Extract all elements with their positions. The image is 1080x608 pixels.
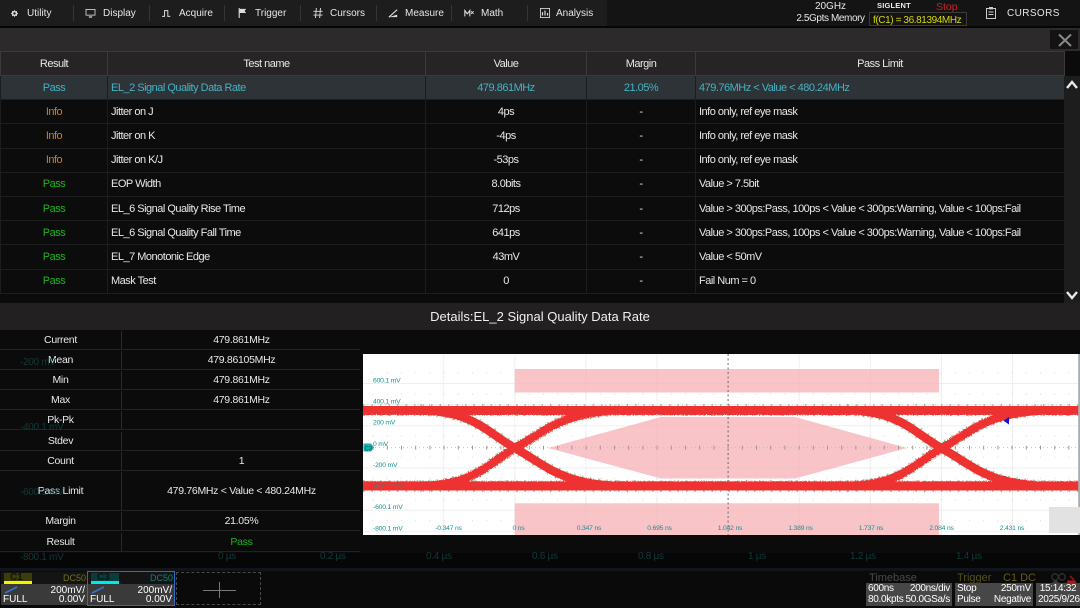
svg-text:-0.347 ns: -0.347 ns (435, 525, 462, 532)
svg-text:-600.1 mV: -600.1 mV (373, 504, 403, 511)
svg-text:1.737 ns: 1.737 ns (859, 525, 884, 532)
svg-text:-200 mV: -200 mV (373, 462, 398, 469)
svg-text:1.389 ns: 1.389 ns (788, 525, 813, 532)
svg-text:-400.1 mV: -400.1 mV (373, 483, 403, 490)
svg-text:200 mV: 200 mV (373, 420, 396, 427)
svg-text:2.084 ns: 2.084 ns (929, 525, 954, 532)
svg-text:C3: C3 (365, 446, 373, 452)
svg-text:0 ns: 0 ns (512, 525, 525, 532)
svg-text:2.431 ns: 2.431 ns (1000, 525, 1025, 532)
svg-text:-800.1 mV: -800.1 mV (373, 525, 403, 532)
svg-text:0.695 ns: 0.695 ns (647, 525, 672, 532)
svg-text:400.1 mV: 400.1 mV (373, 399, 401, 406)
svg-text:0 mV: 0 mV (373, 441, 389, 448)
svg-text:0.347 ns: 0.347 ns (577, 525, 602, 532)
svg-text:1.042 ns: 1.042 ns (718, 525, 743, 532)
svg-text:600.1 mV: 600.1 mV (373, 378, 401, 385)
